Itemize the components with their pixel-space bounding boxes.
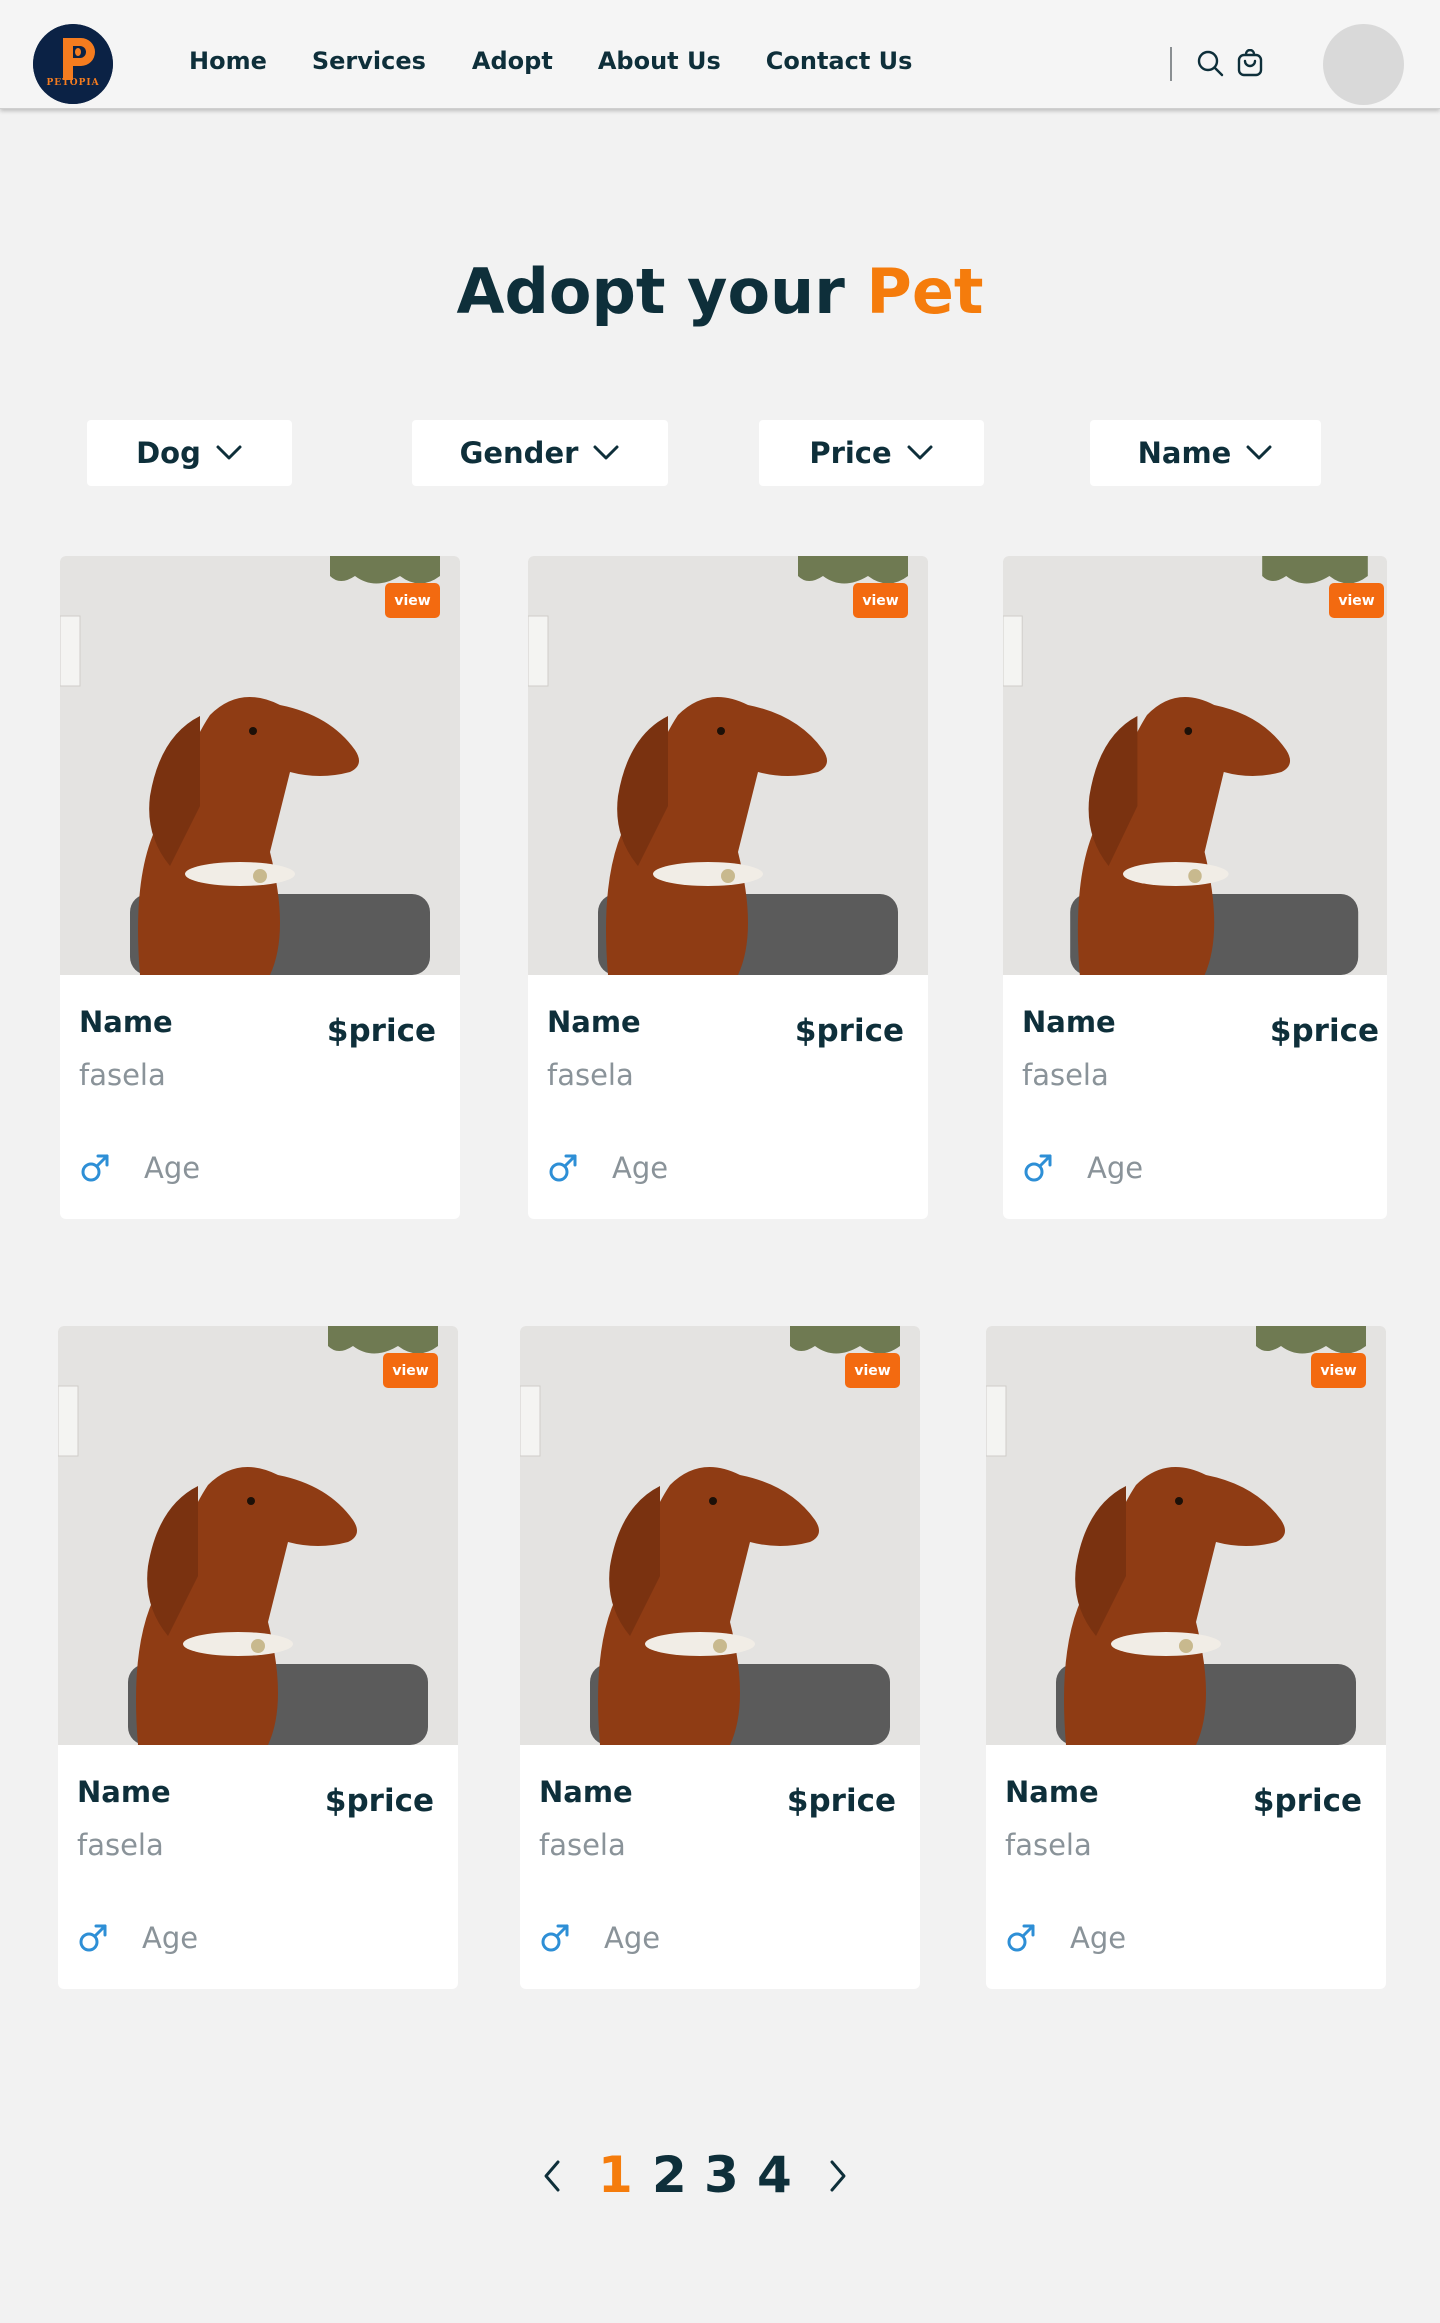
male-icon	[1006, 1923, 1036, 1953]
male-icon	[78, 1923, 108, 1953]
pet-breed: fasela	[1022, 1058, 1109, 1092]
pet-name: Name	[547, 1005, 641, 1039]
pet-photo: view	[986, 1326, 1386, 1745]
page-title: Adopt your Pet	[0, 252, 1440, 332]
petopia-logo[interactable]: PETOPIA	[33, 24, 113, 104]
chevron-down-icon	[907, 445, 933, 460]
chevron-down-icon	[1246, 445, 1272, 460]
pet-price: $price	[1252, 1783, 1362, 1819]
pet-card[interactable]: view Name $price fasela Age	[58, 1326, 458, 1989]
pet-price: $price	[324, 1783, 434, 1819]
pet-name: Name	[1005, 1775, 1099, 1809]
pet-card[interactable]: view Name $price fasela Age	[528, 556, 928, 1219]
next-page-button[interactable]	[826, 2158, 850, 2194]
pet-price: $price	[794, 1013, 904, 1049]
male-icon	[80, 1153, 110, 1183]
logo-text: PETOPIA	[46, 78, 100, 88]
pet-age: Age	[604, 1921, 661, 1955]
title-prefix: Adopt your	[456, 255, 845, 328]
nav-services[interactable]: Services	[312, 47, 426, 75]
nav-contact-us[interactable]: Contact Us	[766, 47, 913, 75]
view-button[interactable]: view	[1311, 1353, 1366, 1388]
nav-home[interactable]: Home	[189, 47, 267, 75]
pet-age: Age	[1070, 1921, 1127, 1955]
avatar[interactable]	[1323, 24, 1404, 105]
nav-about-us[interactable]: About Us	[598, 47, 721, 75]
filter-label: Dog	[136, 436, 201, 470]
chevron-right-icon	[830, 2160, 846, 2192]
male-icon	[540, 1923, 570, 1953]
nav-divider	[1170, 47, 1172, 81]
pet-age: Age	[612, 1151, 669, 1185]
pet-breed: fasela	[1005, 1828, 1092, 1862]
pet-breed: fasela	[79, 1058, 166, 1092]
filter-name-dropdown[interactable]: Name	[1090, 420, 1321, 486]
pet-price: $price	[786, 1783, 896, 1819]
male-icon	[548, 1153, 578, 1183]
nav-adopt[interactable]: Adopt	[472, 47, 553, 75]
pet-price: $price	[1269, 1013, 1379, 1049]
pet-card[interactable]: view Name $price fasela Age	[520, 1326, 920, 1989]
page-3-button[interactable]: 3	[704, 2145, 739, 2205]
view-button[interactable]: view	[1329, 583, 1384, 618]
chevron-down-icon	[593, 445, 619, 460]
view-button[interactable]: view	[853, 583, 908, 618]
title-accent: Pet	[866, 255, 984, 328]
pet-card[interactable]: view Name $price fasela Age	[986, 1326, 1386, 1989]
pet-photo: view	[520, 1326, 920, 1745]
cart-icon[interactable]	[1236, 49, 1264, 77]
pet-photo: view	[1003, 556, 1387, 975]
chevron-down-icon	[216, 445, 242, 460]
pet-age: Age	[1087, 1151, 1144, 1185]
page-1-button[interactable]: 1	[598, 2145, 633, 2205]
pet-breed: fasela	[77, 1828, 164, 1862]
pet-breed: fasela	[547, 1058, 634, 1092]
filter-label: Price	[809, 436, 892, 470]
pet-card[interactable]: view Name $price fasela Age	[1003, 556, 1387, 1219]
pet-card[interactable]: view Name $price fasela Age	[60, 556, 460, 1219]
pet-photo: view	[58, 1326, 458, 1745]
male-icon	[1023, 1153, 1053, 1183]
filter-label: Name	[1137, 436, 1232, 470]
chevron-left-icon	[544, 2160, 560, 2192]
pet-price: $price	[326, 1013, 436, 1049]
page-4-button[interactable]: 4	[757, 2145, 792, 2205]
search-icon[interactable]	[1196, 49, 1224, 77]
page-2-button[interactable]: 2	[652, 2145, 687, 2205]
main-nav: Home Services Adopt About Us Contact Us	[189, 47, 957, 75]
view-button[interactable]: view	[845, 1353, 900, 1388]
filter-price-dropdown[interactable]: Price	[759, 420, 984, 486]
view-button[interactable]: view	[385, 583, 440, 618]
pet-photo: view	[528, 556, 928, 975]
pet-name: Name	[79, 1005, 173, 1039]
pet-breed: fasela	[539, 1828, 626, 1862]
paw-logo-icon	[33, 24, 113, 104]
view-button[interactable]: view	[383, 1353, 438, 1388]
pet-name: Name	[1022, 1005, 1116, 1039]
pet-name: Name	[539, 1775, 633, 1809]
pet-name: Name	[77, 1775, 171, 1809]
prev-page-button[interactable]	[540, 2158, 564, 2194]
filter-label: Gender	[459, 436, 579, 470]
filter-gender-dropdown[interactable]: Gender	[412, 420, 668, 486]
pet-age: Age	[144, 1151, 201, 1185]
pet-photo: view	[60, 556, 460, 975]
filter-dog-dropdown[interactable]: Dog	[87, 420, 292, 486]
pet-age: Age	[142, 1921, 199, 1955]
navbar: PETOPIA Home Services Adopt About Us Con…	[0, 0, 1440, 109]
